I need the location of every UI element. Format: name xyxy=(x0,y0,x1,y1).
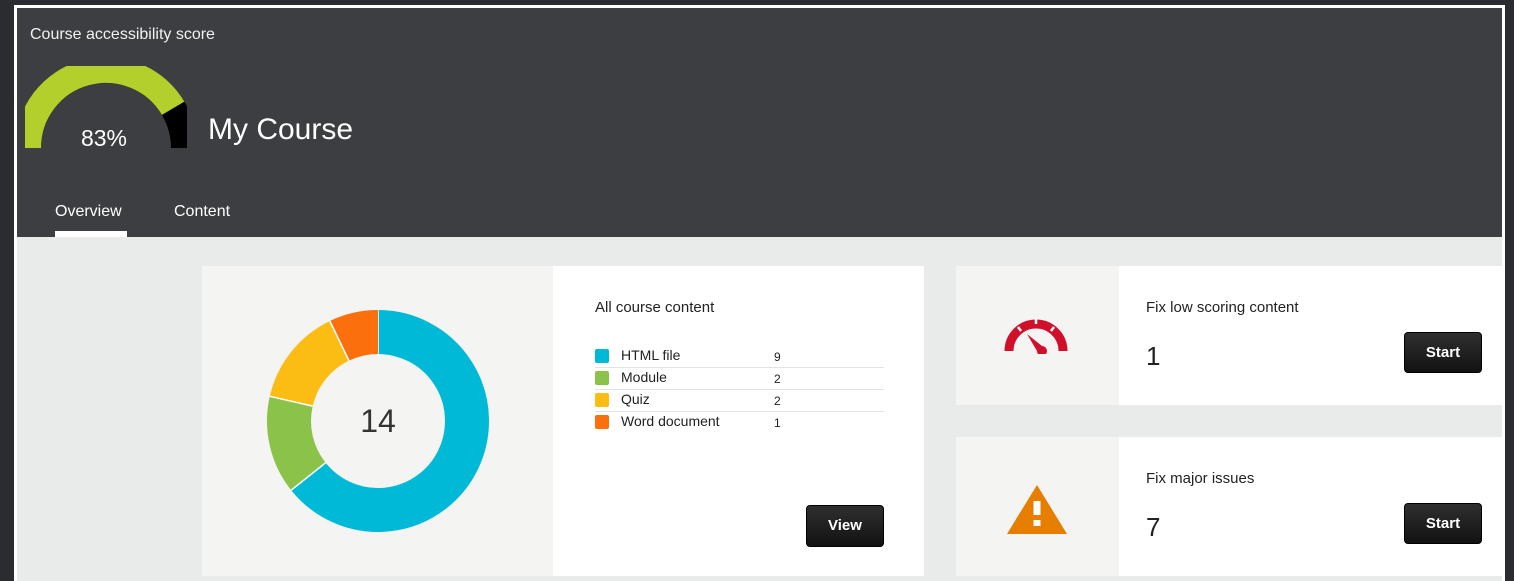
fix-icon-box xyxy=(956,266,1119,405)
legend-item: HTML file 9 xyxy=(595,346,884,368)
fix-title: Fix low scoring content xyxy=(1146,299,1299,316)
fix-major-issues-card: Fix major issues 7 Start xyxy=(956,437,1502,576)
score-label: Course accessibility score xyxy=(30,26,215,43)
legend-item: Word document 1 xyxy=(595,412,884,434)
fix-low-scoring-card: Fix low scoring content 1 Start xyxy=(956,266,1502,405)
legend-label: Quiz xyxy=(621,391,650,407)
fix-title: Fix major issues xyxy=(1146,470,1255,487)
accessibility-report-panel: Course accessibility score 83% My Course… xyxy=(14,5,1505,581)
fix-icon-box xyxy=(956,437,1119,576)
legend-count: 1 xyxy=(774,416,781,430)
warning-icon xyxy=(1007,485,1067,534)
tab-content[interactable]: Content xyxy=(174,203,230,221)
donut-total-label: 14 xyxy=(360,403,396,439)
fix-count: 1 xyxy=(1146,341,1161,371)
legend-swatch xyxy=(595,415,609,429)
start-button[interactable]: Start xyxy=(1404,503,1482,544)
legend-count: 2 xyxy=(774,372,781,386)
score-percent: 83% xyxy=(80,125,128,151)
active-tab-indicator xyxy=(55,231,127,237)
content-donut-card: 14 xyxy=(202,266,553,576)
tab-overview[interactable]: Overview xyxy=(55,203,122,221)
fix-count: 7 xyxy=(1146,512,1161,542)
view-button[interactable]: View xyxy=(806,505,884,547)
legend-count: 2 xyxy=(774,394,781,408)
report-header: Course accessibility score 83% My Course… xyxy=(17,8,1502,237)
legend-swatch xyxy=(595,349,609,363)
speedometer-icon xyxy=(1004,319,1068,354)
content-list-title: All course content xyxy=(595,299,715,316)
content-list-card: All course content HTML file 9 Module 2 … xyxy=(553,266,924,576)
fix-body: Fix major issues 7 Start xyxy=(1119,437,1502,576)
legend-count: 9 xyxy=(774,350,781,364)
legend-item: Quiz 2 xyxy=(595,390,884,412)
legend-label: Module xyxy=(621,369,667,385)
legend-item: Module 2 xyxy=(595,368,884,390)
fix-body: Fix low scoring content 1 Start xyxy=(1119,266,1502,405)
content-donut-chart: 14 xyxy=(267,310,489,532)
course-title: My Course xyxy=(208,113,354,146)
legend-swatch xyxy=(595,371,609,385)
donut-slice-module xyxy=(267,396,327,491)
start-button[interactable]: Start xyxy=(1404,332,1482,373)
legend-swatch xyxy=(595,393,609,407)
content-legend: HTML file 9 Module 2 Quiz 2 Word documen… xyxy=(595,346,884,434)
legend-label: HTML file xyxy=(621,347,681,363)
donut-slice-quiz xyxy=(269,320,350,407)
legend-label: Word document xyxy=(621,413,720,429)
donut-slice-word-document xyxy=(329,310,379,361)
